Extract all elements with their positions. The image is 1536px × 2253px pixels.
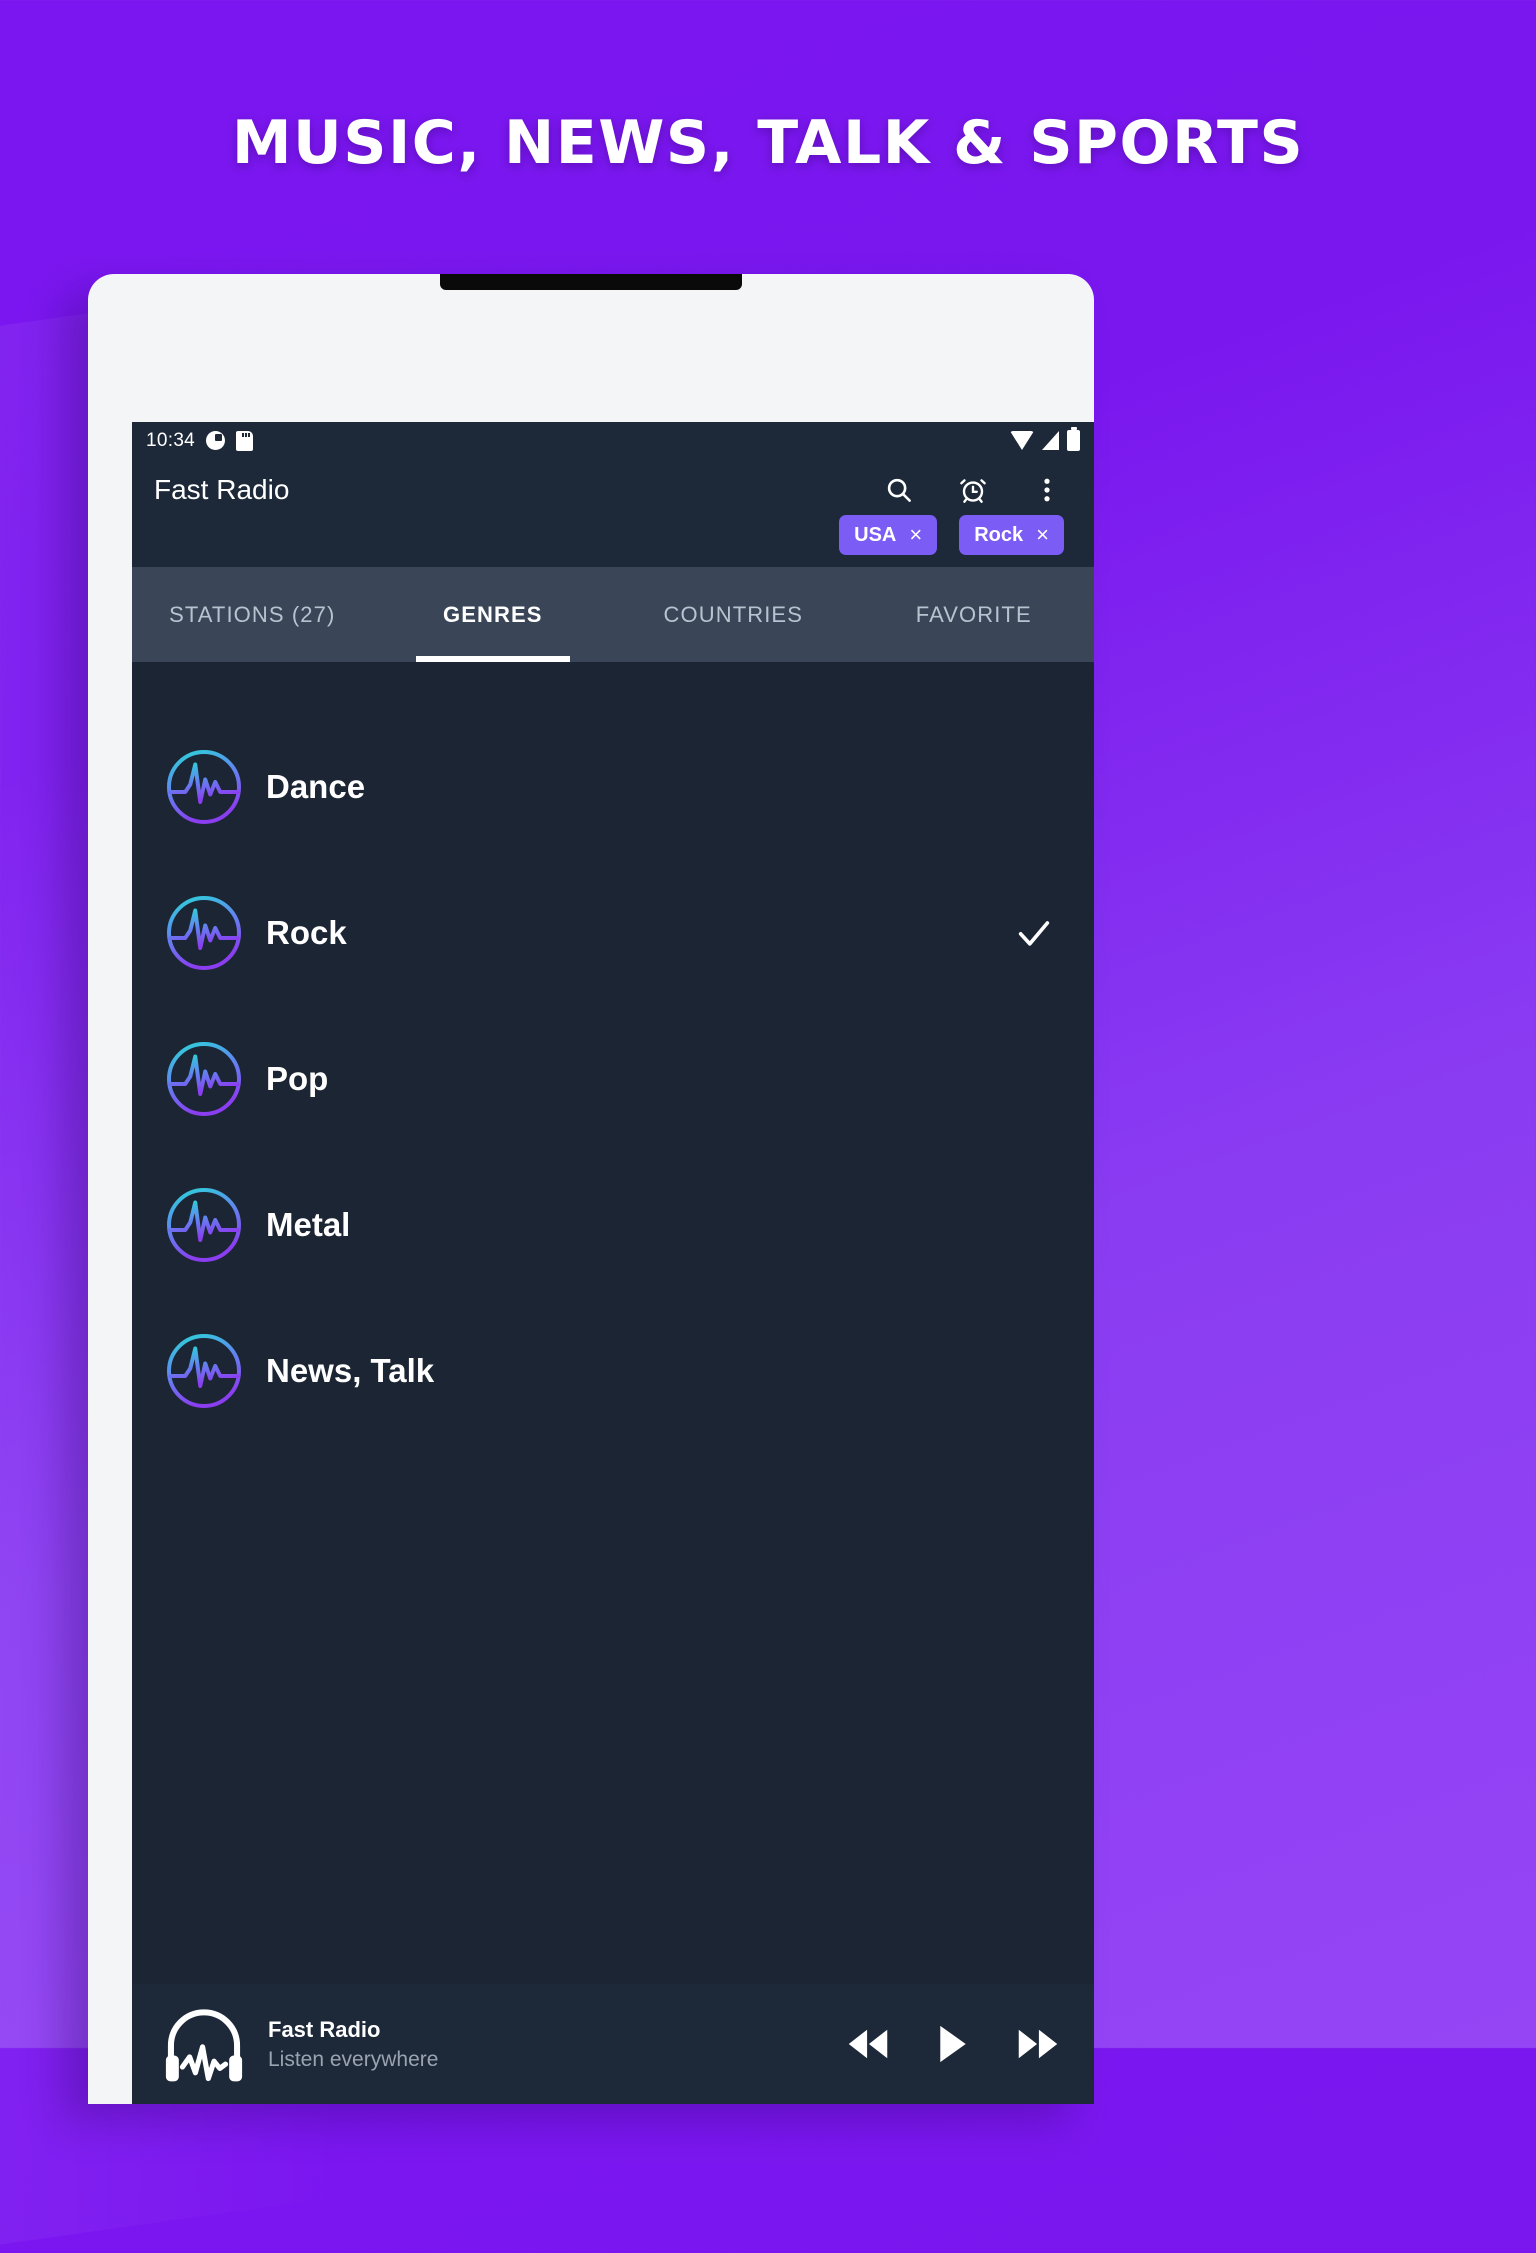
list-item[interactable]: Rock — [132, 860, 1094, 1006]
waveform-circle-icon — [164, 1331, 244, 1411]
filter-chip-usa[interactable]: USA × — [839, 515, 938, 555]
waveform-circle-icon — [164, 1039, 244, 1119]
list-item[interactable]: Metal — [132, 1152, 1094, 1298]
wifi-icon — [1010, 431, 1034, 450]
filter-chip-list: USA × Rock × — [154, 515, 1072, 555]
filter-chip-rock-label: Rock — [974, 523, 1024, 546]
player-metadata: Fast Radio Listen everywhere — [268, 2017, 438, 2072]
tab-stations-label: STATIONS (27) — [169, 601, 336, 627]
waveform-circle-icon — [164, 1185, 244, 1265]
tab-genres[interactable]: GENRES — [373, 567, 614, 662]
close-icon[interactable]: × — [1036, 524, 1049, 546]
app-bar: Fast Radio USA × Rock × — [132, 459, 1094, 567]
genre-label: News, Talk — [266, 1352, 435, 1389]
device-notch-bar — [440, 274, 742, 290]
player-subtitle: Listen everywhere — [268, 2047, 439, 2071]
filter-chip-rock[interactable]: Rock × — [959, 515, 1064, 555]
page-title: Fast Radio — [154, 474, 290, 505]
headphones-waveform-logo-icon — [158, 1998, 250, 2090]
app-bar-actions — [882, 473, 1072, 507]
tab-countries[interactable]: COUNTRIES — [613, 567, 854, 662]
check-icon — [1014, 913, 1054, 953]
waveform-circle-icon — [164, 747, 244, 827]
player-controls — [846, 2024, 1060, 2064]
genre-list: Dance Rock Pop Metal News, Talk — [132, 662, 1094, 1984]
list-item[interactable]: News, Talk — [132, 1298, 1094, 1444]
previous-button[interactable] — [846, 2027, 890, 2061]
genre-label: Pop — [266, 1060, 329, 1097]
genre-label: Dance — [266, 768, 366, 805]
app-bar-row: Fast Radio — [154, 459, 1072, 521]
cellular-signal-icon — [1042, 431, 1059, 450]
sd-card-icon — [236, 430, 254, 451]
overflow-menu-icon[interactable] — [1030, 473, 1064, 507]
tab-stations[interactable]: STATIONS (27) — [132, 567, 373, 662]
page-headline: MUSIC, NEWS, TALK & SPORTS — [231, 108, 1305, 178]
list-item[interactable]: Pop — [132, 1006, 1094, 1152]
player-bar: Fast Radio Listen everywhere — [132, 1984, 1094, 2104]
app-screen: 10:34 Fast Radio USA × Rock × STATIONS (… — [132, 422, 1094, 2104]
status-bar-clock: 10:34 — [146, 429, 196, 451]
waveform-circle-icon — [164, 893, 244, 973]
tab-favorite[interactable]: FAVORITE — [854, 567, 1095, 662]
next-button[interactable] — [1016, 2027, 1060, 2061]
pie-chart-icon — [206, 431, 226, 450]
genre-label: Metal — [266, 1206, 351, 1243]
genre-label: Rock — [266, 914, 347, 951]
play-button[interactable] — [936, 2024, 970, 2064]
filter-chip-usa-label: USA — [854, 523, 897, 546]
battery-icon — [1067, 427, 1080, 451]
status-bar: 10:34 — [132, 422, 1094, 459]
status-bar-left: 10:34 — [146, 429, 254, 452]
tab-bar: STATIONS (27) GENRES COUNTRIES FAVORITE — [132, 567, 1094, 662]
tab-countries-label: COUNTRIES — [663, 601, 803, 627]
tablet-device-frame: 10:34 Fast Radio USA × Rock × STATIONS (… — [88, 274, 1094, 2104]
search-icon[interactable] — [882, 473, 916, 507]
close-icon[interactable]: × — [909, 524, 922, 546]
tab-genres-label: GENRES — [442, 601, 543, 627]
alarm-icon[interactable] — [956, 473, 990, 507]
tab-favorite-label: FAVORITE — [915, 601, 1032, 627]
player-title: Fast Radio — [268, 2016, 381, 2042]
status-bar-right — [1010, 427, 1080, 451]
list-item[interactable]: Dance — [132, 714, 1094, 860]
